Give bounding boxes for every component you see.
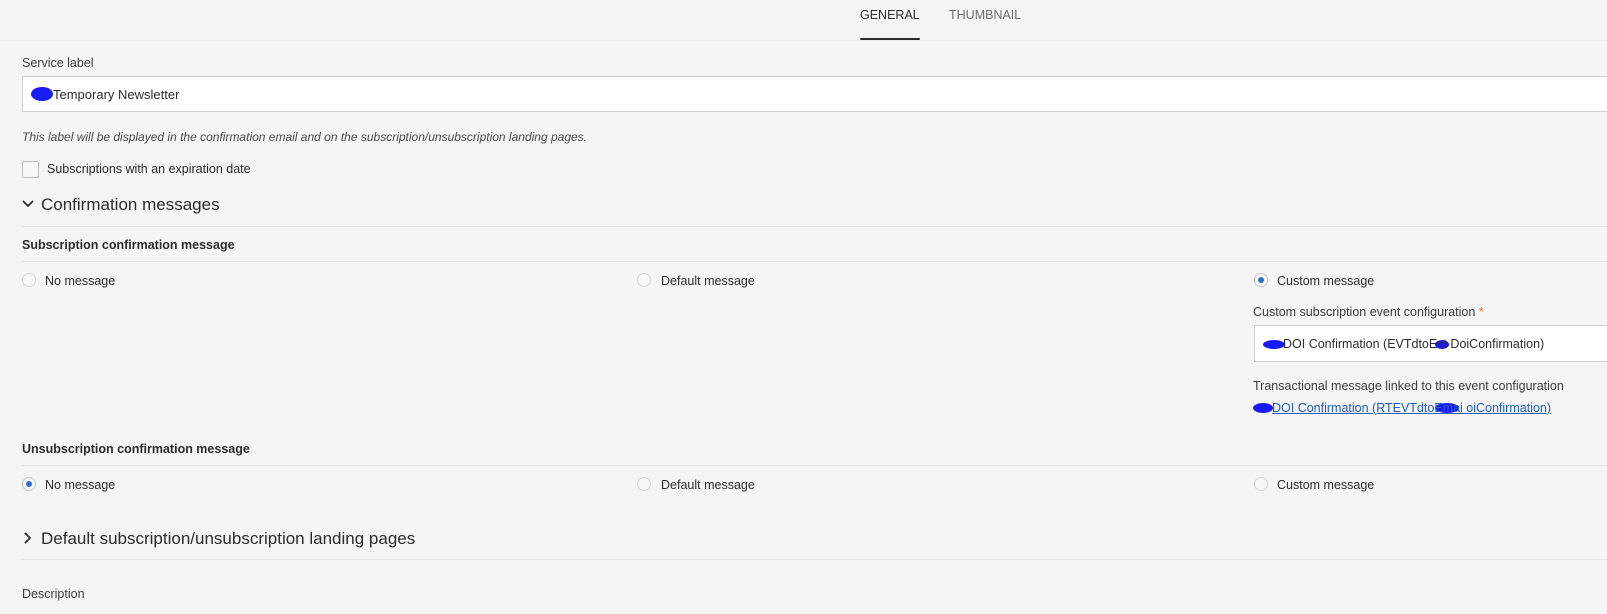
chevron-down-icon[interactable] (20, 196, 36, 212)
landing-pages-heading[interactable]: Default subscription/unsubscription land… (41, 529, 415, 549)
tab-general[interactable]: GENERAL (860, 8, 920, 40)
service-label-label: Service label (22, 56, 94, 70)
unsubscription-default-message-radio[interactable] (637, 477, 651, 491)
divider (22, 226, 1607, 227)
event-config-value: DOI Confirmation (EVTdtoEvt DoiConfirmat… (1283, 337, 1545, 351)
subscription-custom-message-radio[interactable] (1254, 273, 1268, 287)
redaction-mark (31, 87, 53, 101)
description-label: Description (22, 587, 85, 601)
event-config-label-text: Custom subscription event configuration (1253, 305, 1476, 319)
service-label-input[interactable]: Temporary Newsletter (22, 76, 1607, 112)
transactional-message-link-wrap: DOI Confirmation (RTEVTdtoEmai oiConfirm… (1253, 401, 1573, 417)
redaction-mark (1263, 340, 1285, 349)
unsubscription-custom-message-label[interactable]: Custom message (1277, 478, 1374, 492)
subscription-custom-message-label[interactable]: Custom message (1277, 274, 1374, 288)
transactional-message-link[interactable]: DOI Confirmation (RTEVTdtoEmai oiConfirm… (1272, 401, 1551, 415)
subscription-no-message-radio[interactable] (22, 273, 36, 287)
divider (22, 261, 1607, 262)
transactional-message-label: Transactional message linked to this eve… (1253, 379, 1564, 393)
chevron-right-icon[interactable] (20, 530, 36, 546)
subscription-confirmation-heading: Subscription confirmation message (22, 238, 235, 252)
service-label-value: Temporary Newsletter (53, 87, 180, 102)
confirmation-messages-heading[interactable]: Confirmation messages (41, 195, 220, 215)
event-config-input[interactable]: DOI Confirmation (EVTdtoEvt DoiConfirmat… (1254, 325, 1607, 362)
unsubscription-no-message-label[interactable]: No message (45, 478, 115, 492)
event-config-label: Custom subscription event configuration … (1253, 305, 1484, 319)
divider (22, 465, 1607, 466)
unsubscription-no-message-radio[interactable] (22, 477, 36, 491)
subscription-default-message-radio[interactable] (637, 273, 651, 287)
divider (22, 559, 1607, 560)
service-label-hint: This label will be displayed in the conf… (22, 130, 587, 144)
required-asterisk: * (1478, 305, 1484, 319)
unsubscription-confirmation-heading: Unsubscription confirmation message (22, 442, 250, 456)
tab-bar: GENERAL THUMBNAIL (0, 0, 1607, 41)
redaction-mark (1253, 403, 1273, 413)
unsubscription-default-message-label[interactable]: Default message (661, 478, 755, 492)
expiration-checkbox[interactable] (22, 161, 39, 178)
unsubscription-custom-message-radio[interactable] (1254, 477, 1268, 491)
tab-thumbnail[interactable]: THUMBNAIL (949, 8, 1021, 39)
subscription-default-message-label[interactable]: Default message (661, 274, 755, 288)
expiration-checkbox-label[interactable]: Subscriptions with an expiration date (47, 162, 251, 176)
subscription-no-message-label[interactable]: No message (45, 274, 115, 288)
